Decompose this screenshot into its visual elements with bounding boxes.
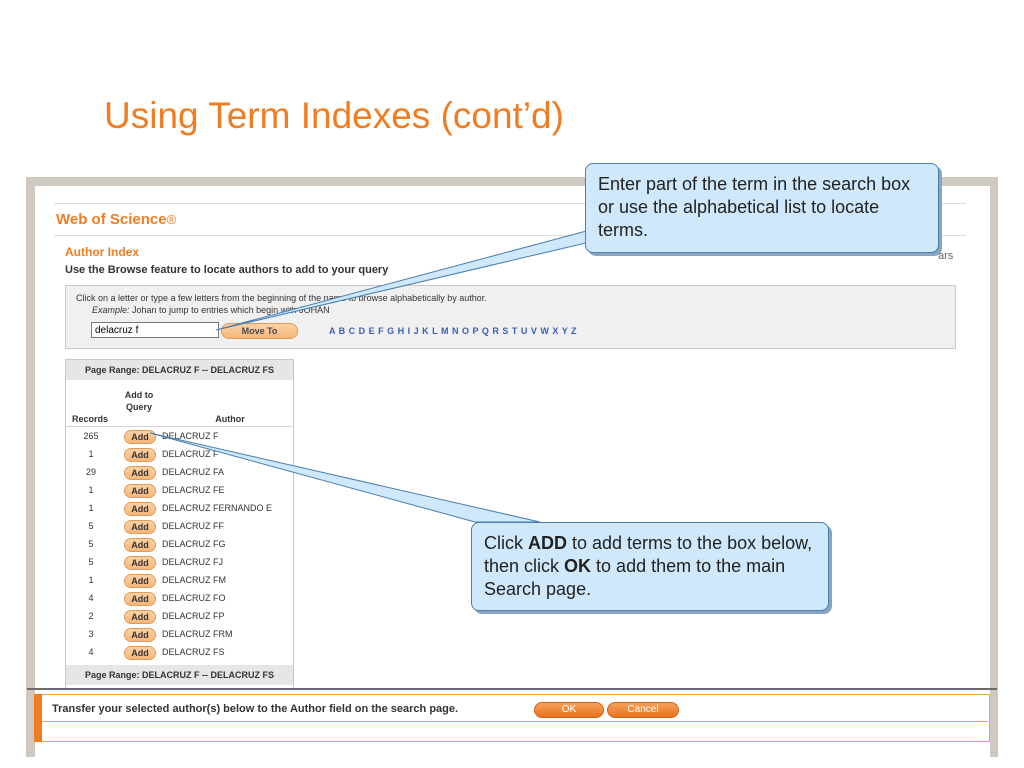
callout-search-tip: Enter part of the term in the search box…	[585, 163, 939, 253]
column-header-author: Author	[215, 414, 245, 424]
author-name: DELACRUZ FERNANDO E	[162, 503, 273, 513]
section-title: Author Index	[65, 245, 139, 259]
author-name: DELACRUZ FS	[162, 647, 225, 657]
author-name: DELACRUZ F	[162, 431, 219, 441]
record-count: 2	[88, 611, 94, 621]
table-row: 265 Add DELACRUZ F	[66, 428, 292, 446]
author-name: DELACRUZ FP	[162, 611, 225, 621]
author-name: DELACRUZ FRM	[162, 629, 233, 639]
move-to-button[interactable]: Move To	[221, 323, 298, 339]
add-button[interactable]: Add	[124, 502, 156, 516]
column-header-add: Add to Query	[124, 390, 154, 412]
add-button[interactable]: Add	[124, 556, 156, 570]
record-count: 5	[88, 539, 94, 549]
slide-title: Using Term Indexes (cont’d)	[104, 95, 564, 136]
record-count: 5	[88, 521, 94, 531]
table-row: 1 Add DELACRUZ FM	[66, 572, 292, 590]
transfer-text: Transfer your selected author(s) below t…	[52, 703, 459, 715]
transfer-panel	[34, 694, 990, 742]
table-row: 5 Add DELACRUZ FG	[66, 536, 292, 554]
author-name: DELACRUZ FA	[162, 467, 225, 477]
search-input[interactable]	[91, 322, 219, 338]
add-button[interactable]: Add	[124, 610, 156, 624]
table-row: 1 Add DELACRUZ FERNANDO E	[66, 500, 292, 518]
page-range-top: Page Range: DELACRUZ F -- DELACRUZ FS	[66, 360, 293, 380]
add-button[interactable]: Add	[124, 538, 156, 552]
author-name: DELACRUZ FF	[162, 521, 225, 531]
divider	[27, 688, 997, 690]
divider	[66, 426, 292, 427]
instructions-text: Use the Browse feature to locate authors…	[65, 264, 389, 276]
ok-button[interactable]: OK	[534, 702, 604, 718]
record-count: 1	[88, 485, 94, 495]
record-count: 265	[83, 431, 99, 441]
record-count: 1	[88, 449, 94, 459]
record-count: 4	[88, 647, 94, 657]
example-label: Example:	[92, 305, 130, 315]
table-row: 3 Add DELACRUZ FRM	[66, 626, 292, 644]
author-name: DELACRUZ F	[162, 449, 219, 459]
add-button[interactable]: Add	[124, 628, 156, 642]
table-row: 4 Add DELACRUZ FS	[66, 644, 292, 662]
app-title: Web of Science®	[56, 211, 176, 228]
author-name: DELACRUZ FG	[162, 539, 226, 549]
record-count: 3	[88, 629, 94, 639]
transfer-accent	[34, 694, 42, 742]
table-row: 29 Add DELACRUZ FA	[66, 464, 292, 482]
cancel-button[interactable]: Cancel	[607, 702, 679, 718]
browse-help-text: Click on a letter or type a few letters …	[76, 293, 487, 303]
table-row: 5 Add DELACRUZ FJ	[66, 554, 292, 572]
record-count: 1	[88, 575, 94, 585]
table-row: 5 Add DELACRUZ FF	[66, 518, 292, 536]
callout-emphasis: ADD	[528, 533, 567, 553]
callout-text: Click	[484, 533, 528, 553]
add-button[interactable]: Add	[124, 430, 156, 444]
page-range-bottom: Page Range: DELACRUZ F -- DELACRUZ FS	[66, 665, 293, 685]
column-header-records: Records	[71, 414, 108, 424]
add-button[interactable]: Add	[124, 646, 156, 660]
browse-example: Example: Johan to jump to entries which …	[92, 305, 330, 315]
record-count: 29	[85, 467, 96, 477]
alphabet-links[interactable]: A B C D E F G H I J K L M N O P Q R S T …	[329, 326, 577, 336]
table-row: 4 Add DELACRUZ FO	[66, 590, 292, 608]
author-name: DELACRUZ FE	[162, 485, 225, 495]
add-button[interactable]: Add	[124, 448, 156, 462]
example-text: Johan to jump to entries which begin wit…	[129, 305, 330, 315]
callout-add-tip: Click ADD to add terms to the box below,…	[471, 522, 829, 611]
years-label-fragment: ars	[938, 250, 954, 262]
divider	[42, 721, 988, 722]
add-button[interactable]: Add	[124, 592, 156, 606]
record-count: 5	[88, 557, 94, 567]
add-button[interactable]: Add	[124, 574, 156, 588]
table-row: 2 Add DELACRUZ FP	[66, 608, 292, 626]
table-row: 1 Add DELACRUZ FE	[66, 482, 292, 500]
callout-emphasis: OK	[564, 556, 592, 576]
record-count: 1	[88, 503, 94, 513]
record-count: 4	[88, 593, 94, 603]
registered-mark: ®	[166, 212, 177, 227]
table-row: 1 Add DELACRUZ F	[66, 446, 292, 464]
author-name: DELACRUZ FM	[162, 575, 227, 585]
author-name: DELACRUZ FJ	[162, 557, 224, 567]
add-button[interactable]: Add	[124, 466, 156, 480]
app-title-text: Web of Science	[56, 211, 167, 228]
add-button[interactable]: Add	[124, 520, 156, 534]
author-name: DELACRUZ FO	[162, 593, 226, 603]
add-button[interactable]: Add	[124, 484, 156, 498]
